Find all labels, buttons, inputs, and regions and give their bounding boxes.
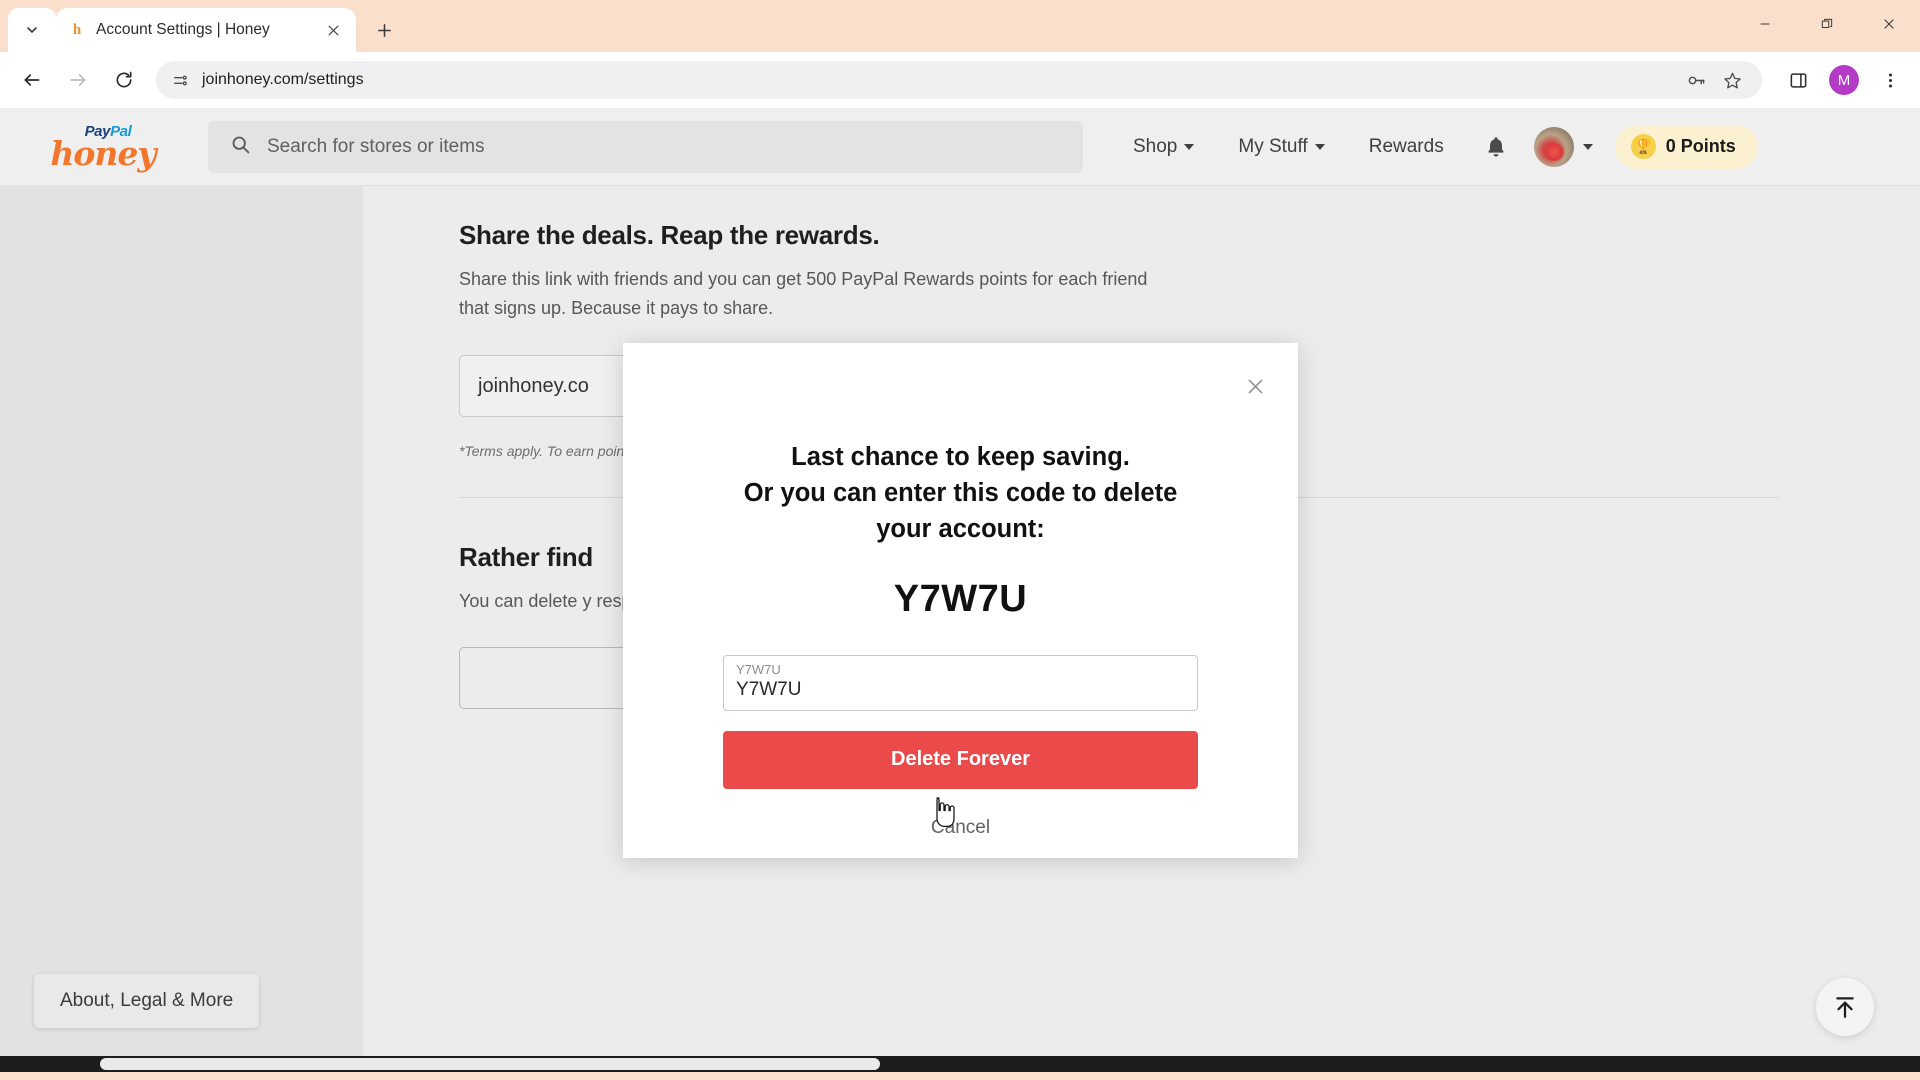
chevron-down-icon [1184,143,1195,150]
tab-strip: h Account Settings | Honey [0,0,1920,52]
forward-arrow-icon[interactable] [56,58,100,102]
reload-icon[interactable] [102,58,146,102]
nav-label-shop: Shop [1133,135,1178,157]
about-legal-more-button[interactable]: About, Legal & More [34,974,260,1028]
back-arrow-icon[interactable] [10,58,54,102]
profile-avatar[interactable]: M [1829,65,1859,95]
modal-heading-line1: Last chance to keep saving. [791,443,1130,471]
page-info-icon[interactable] [170,70,190,90]
star-icon[interactable] [1716,64,1748,96]
referral-body: Share this link with friends and you can… [459,269,1148,319]
user-menu[interactable] [1526,126,1601,167]
tab-title: Account Settings | Honey [96,21,270,38]
code-input-value: Y7W7U [736,679,802,701]
browser-toolbar: joinhoney.com/settings M [0,52,1920,108]
code-input-label: Y7W7U [736,661,781,677]
toolbar-right-actions: M [1772,60,1910,100]
search-input[interactable]: Search for stores or items [208,120,1083,173]
delete-forever-button[interactable]: Delete Forever [723,730,1198,789]
horizontal-scrollbar[interactable] [0,1056,1920,1072]
modal-heading-line2: Or you can enter this code to delete you… [743,479,1178,544]
modal-content: Last chance to keep saving. Or you can e… [623,343,1298,839]
honey-wordmark: honey [50,133,156,173]
browser-tab[interactable]: h Account Settings | Honey [56,8,356,52]
tab-search-button[interactable] [8,8,56,52]
nav-item-rewards[interactable]: Rewards [1347,136,1466,158]
tab-close-icon[interactable] [322,19,344,41]
notification-bell-icon[interactable] [1466,135,1526,159]
side-panel-icon[interactable] [1778,60,1818,100]
honey-logo[interactable]: PayPal honey [44,124,162,170]
three-dot-menu-icon[interactable] [1870,60,1910,100]
password-key-icon[interactable] [1680,64,1712,96]
close-icon[interactable] [1858,0,1920,48]
restore-icon[interactable] [1796,0,1858,48]
honey-favicon-icon: h [72,21,82,38]
omnibox-actions [1680,64,1748,96]
points-label: 0 Points [1665,136,1736,156]
chevron-down-icon [1582,143,1593,150]
nav-item-shop[interactable]: Shop [1111,136,1216,158]
url-text: joinhoney.com/settings [202,71,364,88]
scroll-to-top-button[interactable] [1816,978,1874,1036]
deletion-code: Y7W7U [893,577,1028,620]
window-controls [1734,0,1920,48]
delete-confirm-modal: Last chance to keep saving. Or you can e… [623,343,1298,858]
nav-label-rewards: Rewards [1368,135,1444,157]
scrollbar-thumb[interactable] [100,1058,880,1070]
nav-label-my-stuff: My Stuff [1238,135,1308,157]
trophy-icon: 🏆 [1630,134,1656,159]
chevron-down-icon [1314,143,1325,150]
site-header: PayPal honey Search for stores or items … [0,108,1920,186]
site-nav: Shop My Stuff Rewards [1111,136,1466,158]
minimize-icon[interactable] [1734,0,1796,48]
new-tab-button[interactable] [366,12,402,48]
browser-window: h Account Settings | Honey joinhoney.com… [0,0,1920,1080]
referral-link-value: joinhoney.co [478,374,589,397]
page-viewport: PayPal honey Search for stores or items … [0,108,1920,1072]
modal-heading: Last chance to keep saving. Or you can e… [723,439,1198,548]
address-bar[interactable]: joinhoney.com/settings [156,61,1762,99]
referral-title: Share the deals. Reap the rewards. [459,220,880,250]
cancel-button[interactable]: Cancel [723,817,1198,839]
search-placeholder: Search for stores or items [267,135,485,157]
code-input[interactable]: Y7W7U Y7W7U [723,654,1198,711]
nav-item-my-stuff[interactable]: My Stuff [1216,136,1346,158]
points-badge[interactable]: 🏆 0 Points [1614,124,1758,169]
side-panel [0,186,363,1072]
avatar [1533,126,1574,167]
modal-close-icon[interactable] [1238,369,1272,403]
search-icon [230,134,251,160]
